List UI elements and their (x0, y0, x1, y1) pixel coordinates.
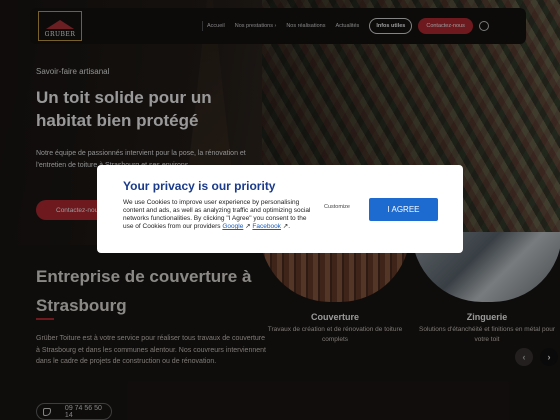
agree-label: I AGREE (387, 205, 420, 214)
customize-button[interactable]: Customize (312, 204, 362, 210)
consent-title: Your privacy is our priority (123, 179, 276, 193)
agree-button[interactable]: I AGREE (369, 198, 438, 221)
google-link[interactable]: Google (222, 223, 243, 230)
consent-body: We use Cookies to improve user experienc… (123, 199, 311, 230)
consent-text: We use Cookies to improve user experienc… (123, 199, 311, 230)
facebook-link[interactable]: Facebook (252, 223, 281, 230)
cookie-consent-dialog: Your privacy is our priority We use Cook… (97, 165, 463, 253)
